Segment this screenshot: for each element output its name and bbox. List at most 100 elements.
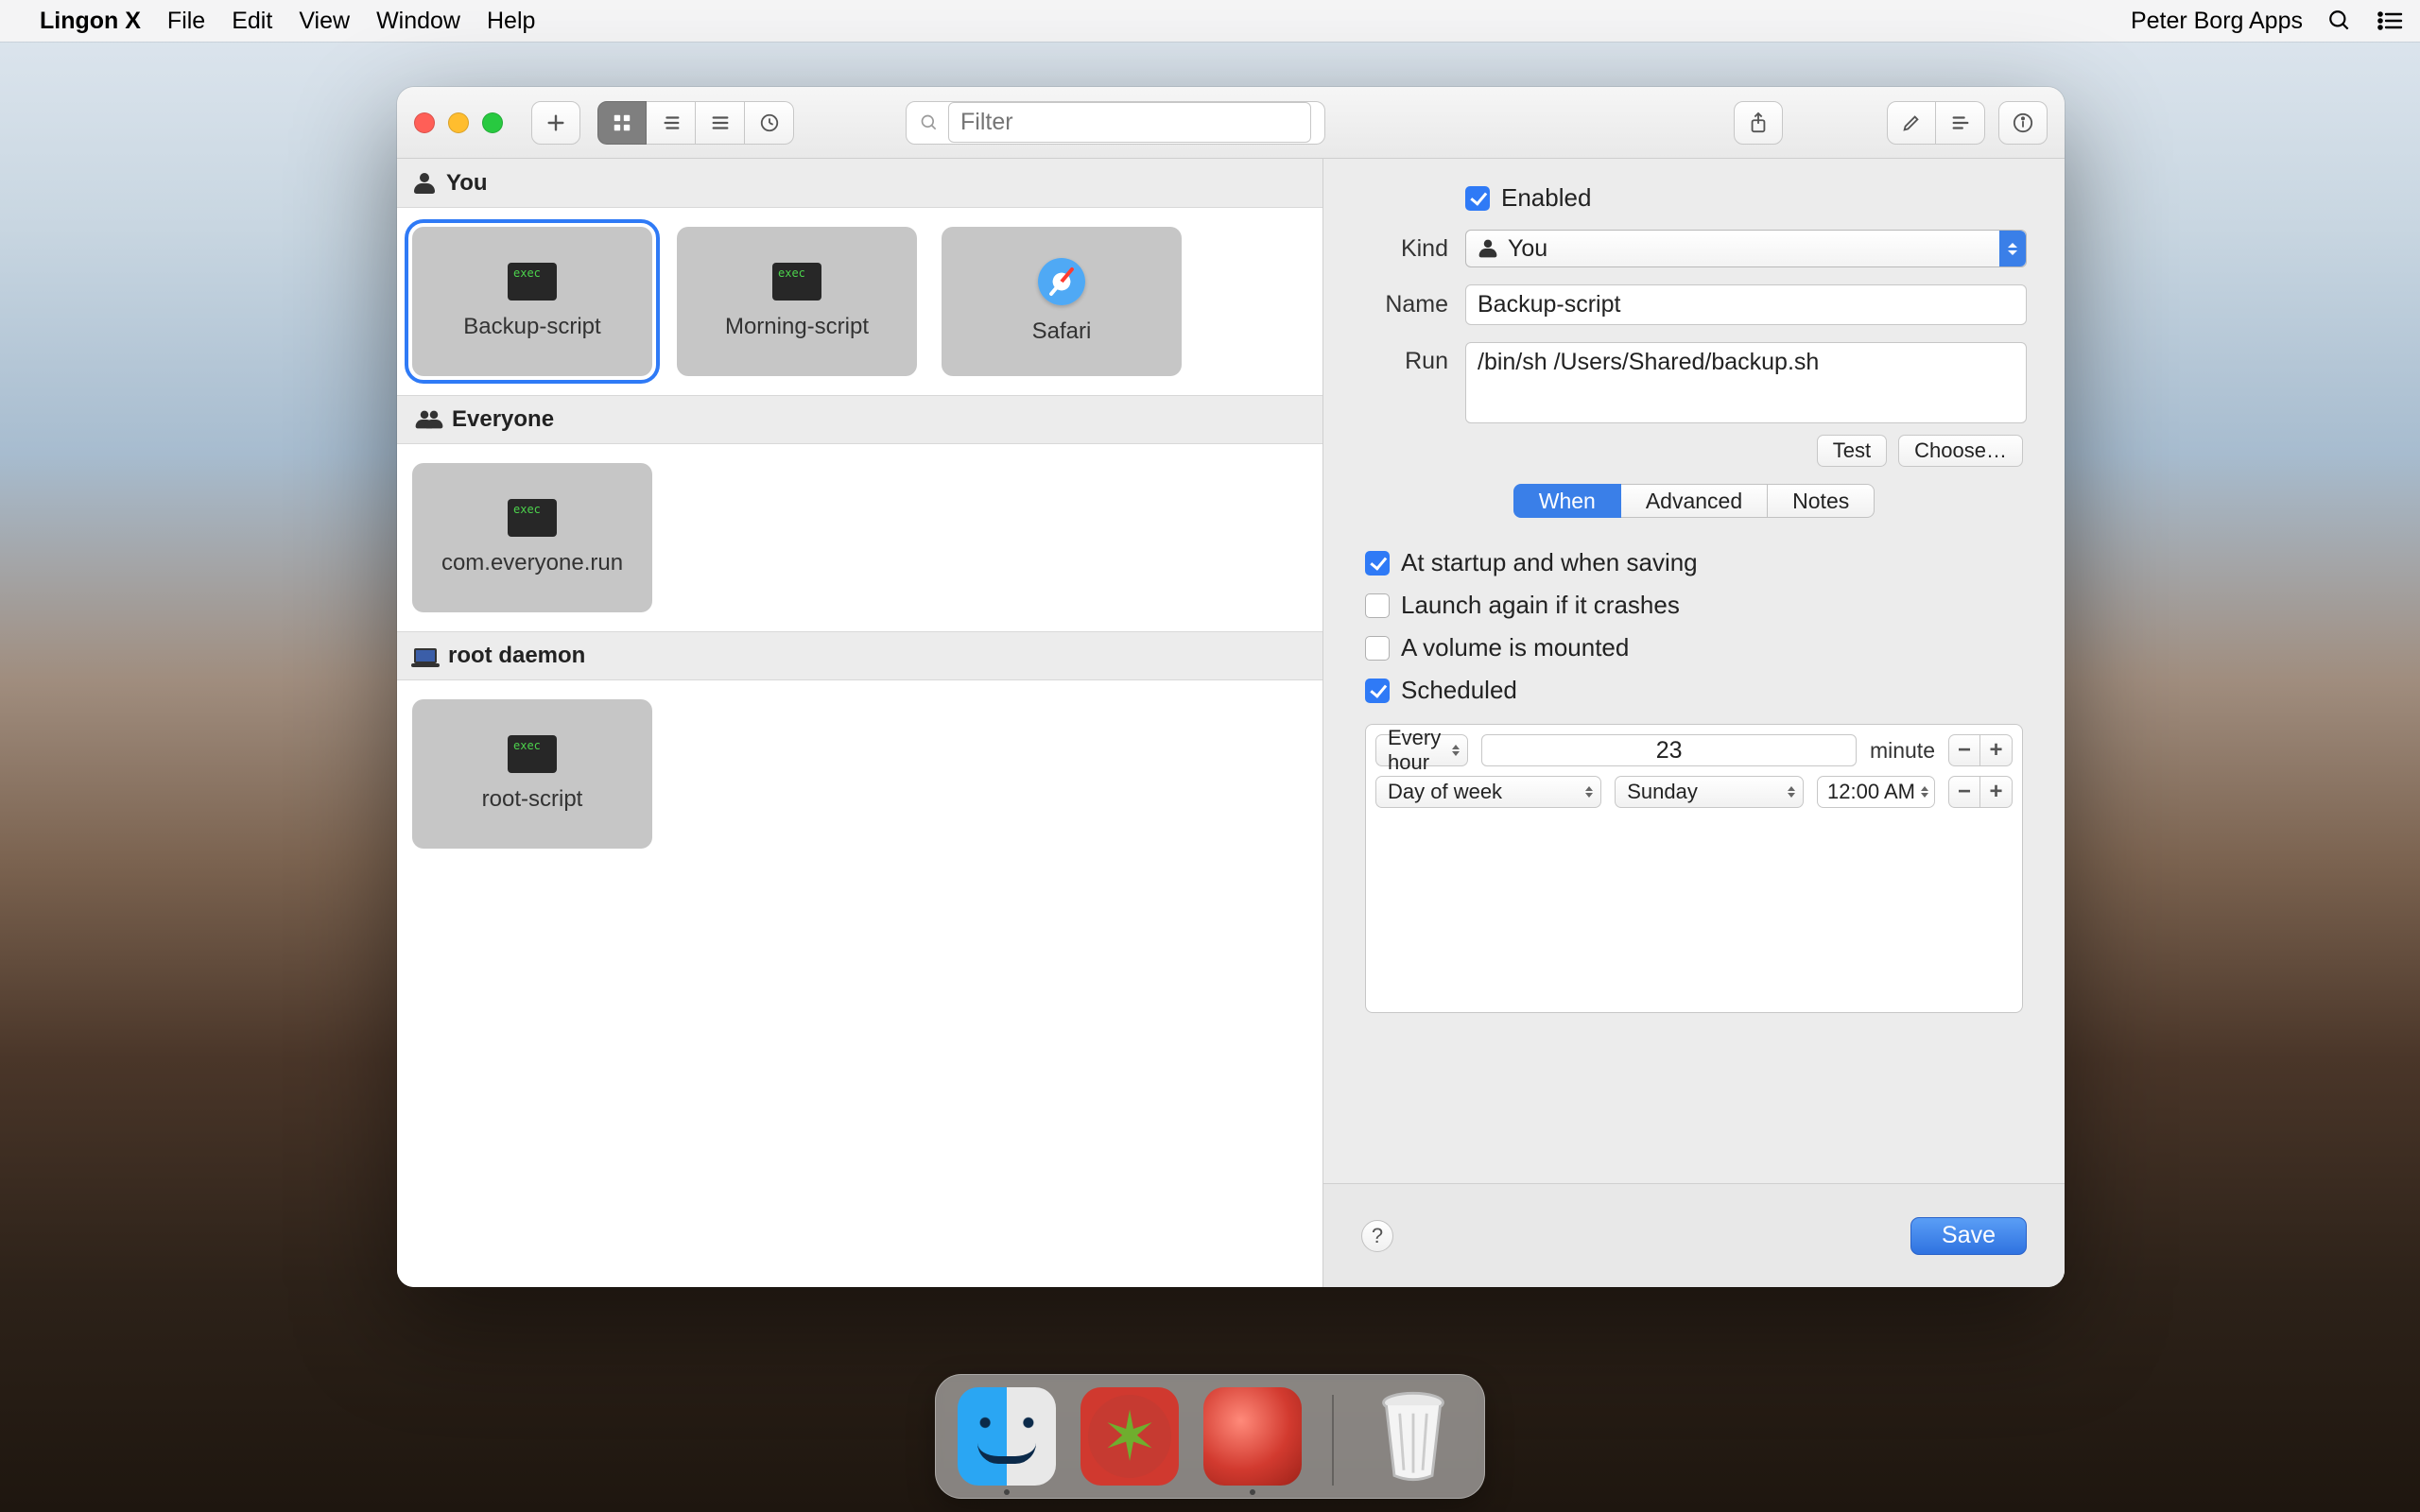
remove-schedule-row-button[interactable]: − (1948, 776, 1980, 808)
menu-edit[interactable]: Edit (232, 8, 272, 35)
notification-center-icon[interactable] (2377, 10, 2403, 31)
section-title: You (446, 170, 488, 197)
dock-app-2[interactable] (1080, 1387, 1179, 1486)
dock-divider (1332, 1395, 1334, 1486)
menu-help[interactable]: Help (487, 8, 535, 35)
exec-icon (508, 735, 557, 773)
view-grid-button[interactable] (597, 101, 647, 145)
section-header-everyone: Everyone (397, 395, 1322, 444)
menubar: Lingon X File Edit View Window Help Pete… (0, 0, 2420, 42)
kind-label: Kind (1361, 235, 1448, 263)
menu-window[interactable]: Window (376, 8, 460, 35)
job-card[interactable]: Morning-script (677, 227, 917, 376)
view-list1-button[interactable] (647, 101, 696, 145)
popup-value: Day of week (1388, 780, 1502, 804)
schedule-time-stepper[interactable]: 12:00 AM (1817, 776, 1935, 808)
add-schedule-row-button[interactable]: + (1980, 734, 2013, 766)
time-value: 12:00 AM (1827, 780, 1915, 804)
job-list[interactable]: You Backup-script Morning-script Safari (397, 159, 1323, 1287)
schedule-row: Every hour minute − + (1375, 734, 2013, 766)
safari-icon (1038, 258, 1085, 305)
exec-icon (508, 263, 557, 301)
schedule-row: Day of week Sunday 12:00 AM − + (1375, 776, 2013, 808)
add-button[interactable] (531, 101, 580, 145)
section-header-root: root daemon (397, 631, 1322, 680)
opt-relaunch-checkbox[interactable]: Launch again if it crashes (1365, 591, 2023, 620)
enabled-checkbox[interactable]: Enabled (1465, 183, 1591, 213)
name-input[interactable] (1465, 284, 2027, 325)
schedule-day-popup[interactable]: Sunday (1615, 776, 1804, 808)
view-clock-button[interactable] (745, 101, 794, 145)
detail-footer: ? Save (1323, 1183, 2065, 1287)
zoom-window-button[interactable] (482, 112, 503, 133)
dock (935, 1374, 1485, 1499)
popup-value: Every hour (1388, 726, 1441, 775)
checkbox-icon (1365, 679, 1390, 703)
test-button[interactable]: Test (1817, 435, 1887, 467)
info-button[interactable] (1998, 101, 2048, 145)
filter-input[interactable] (948, 102, 1311, 143)
run-input[interactable]: /bin/sh /Users/Shared/backup.sh (1465, 342, 2027, 423)
filter-field[interactable] (906, 101, 1325, 145)
share-button[interactable] (1734, 101, 1783, 145)
edit-pencil-button[interactable] (1887, 101, 1936, 145)
popup-value: Sunday (1627, 780, 1698, 804)
opt-volume-checkbox[interactable]: A volume is mounted (1365, 633, 2023, 662)
view-mode-segment (597, 101, 794, 145)
app-window: You Backup-script Morning-script Safari (397, 87, 2065, 1287)
opt-label: At startup and when saving (1401, 548, 1698, 577)
opt-startup-checkbox[interactable]: At startup and when saving (1365, 548, 2023, 577)
menubar-app-label[interactable]: Peter Borg Apps (2131, 8, 2303, 35)
titlebar (397, 87, 2065, 159)
help-button[interactable]: ? (1361, 1220, 1393, 1252)
content: You Backup-script Morning-script Safari (397, 159, 2065, 1287)
job-label: Backup-script (463, 314, 600, 340)
spotlight-icon[interactable] (2327, 9, 2352, 33)
run-label: Run (1361, 342, 1448, 375)
job-card[interactable]: com.everyone.run (412, 463, 652, 612)
add-schedule-row-button[interactable]: + (1980, 776, 2013, 808)
app-menu[interactable]: Lingon X (40, 8, 141, 35)
opt-label: Scheduled (1401, 676, 1517, 705)
schedule-type-popup[interactable]: Day of week (1375, 776, 1601, 808)
menu-file[interactable]: File (167, 8, 205, 35)
opt-scheduled-checkbox[interactable]: Scheduled (1365, 676, 2023, 705)
minimize-window-button[interactable] (448, 112, 469, 133)
dock-app-3[interactable] (1203, 1387, 1302, 1486)
section-header-you: You (397, 159, 1322, 208)
opt-label: A volume is mounted (1401, 633, 1629, 662)
remove-schedule-row-button[interactable]: − (1948, 734, 1980, 766)
tab-advanced[interactable]: Advanced (1621, 484, 1768, 518)
job-label: com.everyone.run (441, 550, 623, 576)
dock-app-finder[interactable] (958, 1387, 1056, 1486)
checkbox-icon (1365, 551, 1390, 576)
tab-when[interactable]: When (1513, 484, 1621, 518)
enabled-label: Enabled (1501, 183, 1591, 213)
exec-icon (508, 499, 557, 537)
popup-arrows-icon (1999, 231, 2026, 266)
job-card[interactable]: Safari (942, 227, 1182, 376)
section-title: root daemon (448, 643, 585, 669)
choose-button[interactable]: Choose… (1898, 435, 2023, 467)
job-card[interactable]: Backup-script (412, 227, 652, 376)
tab-notes[interactable]: Notes (1768, 484, 1875, 518)
menu-view[interactable]: View (299, 8, 350, 35)
schedule-freq-popup[interactable]: Every hour (1375, 734, 1468, 766)
section-title: Everyone (452, 406, 554, 433)
dock-trash[interactable] (1364, 1387, 1462, 1486)
save-button[interactable]: Save (1910, 1217, 2027, 1255)
job-label: Safari (1032, 318, 1092, 345)
job-label: root-script (482, 786, 583, 813)
job-label: Morning-script (725, 314, 869, 340)
schedule-box: Every hour minute − + Day of week Sunday (1365, 724, 2023, 1013)
view-list2-button[interactable] (696, 101, 745, 145)
kind-popup[interactable]: You (1465, 230, 2027, 267)
kind-value: You (1508, 235, 1547, 263)
person-icon (414, 173, 435, 194)
schedule-minute-input[interactable] (1481, 734, 1857, 766)
close-window-button[interactable] (414, 112, 435, 133)
edit-lines-button[interactable] (1936, 101, 1985, 145)
checkbox-icon (1365, 593, 1390, 618)
schedule-unit-label: minute (1870, 738, 1935, 764)
job-card[interactable]: root-script (412, 699, 652, 849)
